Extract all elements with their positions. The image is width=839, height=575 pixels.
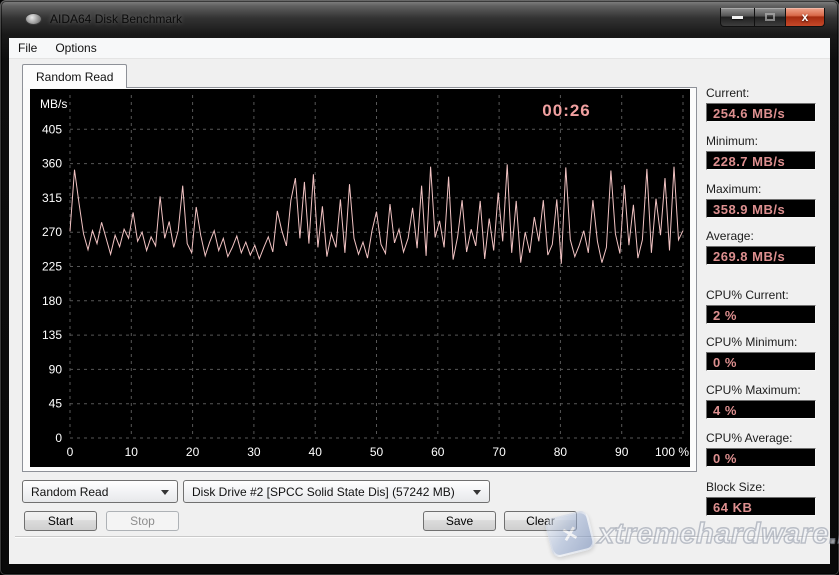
tab-page: 405 360 315 270 225 180 135 90 45 00 10 20 30 40 50 60 7… — [22, 87, 697, 472]
stat-value: 2 % — [706, 305, 816, 324]
stat-block-size: Block Size: 64 KB — [706, 480, 832, 516]
stat-value: 358.9 MB/s — [706, 199, 816, 218]
stat-maximum: Maximum: 358.9 MB/s — [706, 182, 832, 218]
maximize-button[interactable] — [755, 8, 785, 27]
minimize-icon — [732, 16, 743, 19]
window-controls: x — [720, 8, 825, 27]
screen: AIDA64 Disk Benchmark x File Options Ran… — [0, 0, 839, 575]
stat-cpu-maximum: CPU% Maximum: 4 % — [706, 383, 832, 419]
svg-text:20: 20 — [186, 445, 200, 459]
svg-text:90: 90 — [49, 362, 63, 376]
chevron-down-icon — [473, 490, 481, 495]
chart-panel: 405 360 315 270 225 180 135 90 45 00 10 20 30 40 50 60 7… — [30, 89, 690, 467]
stat-label: Block Size: — [706, 480, 832, 494]
svg-text:40: 40 — [309, 445, 323, 459]
stat-average: Average: 269.8 MB/s — [706, 229, 832, 265]
stat-label: Maximum: — [706, 182, 832, 196]
svg-text:100 %: 100 % — [655, 445, 689, 459]
stat-label: CPU% Current: — [706, 288, 832, 302]
svg-text:315: 315 — [42, 191, 62, 205]
maximize-icon — [765, 13, 775, 21]
svg-text:60: 60 — [431, 445, 445, 459]
clear-button[interactable]: Clear — [504, 511, 577, 531]
stop-button[interactable]: Stop — [106, 511, 179, 531]
stat-value: 4 % — [706, 400, 816, 419]
stat-value: 269.8 MB/s — [706, 246, 816, 265]
svg-text:10: 10 — [125, 445, 139, 459]
stat-label: Current: — [706, 86, 832, 100]
drive-select[interactable]: Disk Drive #2 [SPCC Solid State Dis] (57… — [183, 480, 490, 503]
app-icon — [25, 13, 42, 25]
save-button[interactable]: Save — [423, 511, 496, 531]
svg-text:MB/s: MB/s — [40, 97, 67, 111]
stat-label: CPU% Average: — [706, 431, 832, 445]
stat-value: 254.6 MB/s — [706, 103, 816, 122]
svg-text:00:26: 00:26 — [542, 101, 590, 120]
svg-text:0: 0 — [55, 431, 62, 445]
svg-text:135: 135 — [42, 328, 62, 342]
client-area: File Options Random Read 405 360 315 270 225… — [9, 38, 830, 564]
svg-text:70: 70 — [492, 445, 506, 459]
svg-text:0: 0 — [67, 445, 74, 459]
minimize-button[interactable] — [720, 8, 755, 27]
window: AIDA64 Disk Benchmark x File Options Ran… — [0, 0, 839, 575]
stat-value: 64 KB — [706, 497, 816, 516]
stat-current: Current: 254.6 MB/s — [706, 86, 832, 122]
close-icon: x — [802, 10, 809, 24]
chart-svg: 405 360 315 270 225 180 135 90 45 00 10 20 30 40 50 60 7… — [30, 89, 690, 467]
stat-value: 0 % — [706, 352, 816, 371]
close-button[interactable]: x — [785, 8, 825, 27]
stat-cpu-current: CPU% Current: 2 % — [706, 288, 832, 324]
svg-text:225: 225 — [42, 260, 62, 274]
start-button[interactable]: Start — [24, 511, 97, 531]
svg-text:405: 405 — [42, 122, 62, 136]
window-title: AIDA64 Disk Benchmark — [50, 12, 182, 26]
tab-random-read[interactable]: Random Read — [22, 64, 127, 88]
svg-text:30: 30 — [247, 445, 261, 459]
stat-value: 0 % — [706, 448, 816, 467]
menu-bar: File Options — [9, 38, 830, 59]
benchmark-type-select[interactable]: Random Read — [22, 480, 178, 503]
title-bar: AIDA64 Disk Benchmark x — [0, 0, 839, 38]
bottom-divider — [15, 536, 824, 538]
svg-text:50: 50 — [370, 445, 384, 459]
menu-item-file[interactable]: File — [9, 38, 46, 58]
svg-text:270: 270 — [42, 225, 62, 239]
stat-label: CPU% Maximum: — [706, 383, 832, 397]
svg-text:90: 90 — [615, 445, 629, 459]
svg-text:360: 360 — [42, 157, 62, 171]
stat-label: CPU% Minimum: — [706, 335, 832, 349]
stat-cpu-minimum: CPU% Minimum: 0 % — [706, 335, 832, 371]
chevron-down-icon — [161, 490, 169, 495]
svg-text:45: 45 — [49, 397, 63, 411]
stat-label: Average: — [706, 229, 832, 243]
svg-text:80: 80 — [554, 445, 568, 459]
drive-select-value: Disk Drive #2 [SPCC Solid State Dis] (57… — [192, 485, 455, 499]
benchmark-type-value: Random Read — [31, 485, 108, 499]
stat-minimum: Minimum: 228.7 MB/s — [706, 134, 832, 170]
menu-item-options[interactable]: Options — [46, 38, 105, 58]
stat-cpu-average: CPU% Average: 0 % — [706, 431, 832, 467]
stat-label: Minimum: — [706, 134, 832, 148]
stat-value: 228.7 MB/s — [706, 151, 816, 170]
svg-text:180: 180 — [42, 294, 62, 308]
